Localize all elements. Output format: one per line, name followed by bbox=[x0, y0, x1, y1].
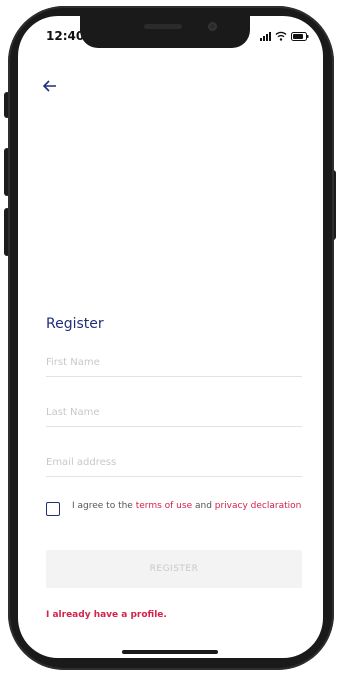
agree-row: I agree to the terms of use and privacy … bbox=[46, 500, 302, 516]
agree-middle: and bbox=[192, 501, 215, 511]
email-input[interactable] bbox=[46, 448, 302, 477]
status-bar: 12:40 bbox=[18, 16, 323, 56]
already-have-profile-link[interactable]: I already have a profile. bbox=[46, 610, 167, 620]
page-title: Register bbox=[46, 316, 104, 332]
agree-checkbox[interactable] bbox=[46, 502, 60, 516]
wifi-icon bbox=[275, 31, 287, 41]
notch bbox=[80, 16, 250, 48]
arrow-left-icon[interactable] bbox=[40, 76, 60, 96]
first-name-input[interactable] bbox=[46, 348, 302, 377]
front-camera bbox=[208, 22, 217, 31]
privacy-declaration-link[interactable]: privacy declaration bbox=[215, 501, 302, 511]
phone-screen: 12:40 Register First Name Last Name Emai… bbox=[18, 16, 323, 658]
signal-icon bbox=[260, 32, 271, 41]
status-icons bbox=[260, 31, 309, 41]
agree-text: I agree to the terms of use and privacy … bbox=[72, 500, 301, 512]
status-time: 12:40 bbox=[46, 29, 85, 43]
home-indicator bbox=[122, 650, 218, 654]
battery-icon bbox=[291, 32, 309, 41]
agree-prefix: I agree to the bbox=[72, 501, 136, 511]
terms-of-use-link[interactable]: terms of use bbox=[136, 501, 192, 511]
phone-mockup: 12:40 Register First Name Last Name Emai… bbox=[0, 0, 340, 676]
speaker-grille bbox=[144, 24, 182, 29]
last-name-input[interactable] bbox=[46, 398, 302, 427]
register-button[interactable]: REGISTER bbox=[46, 550, 302, 588]
